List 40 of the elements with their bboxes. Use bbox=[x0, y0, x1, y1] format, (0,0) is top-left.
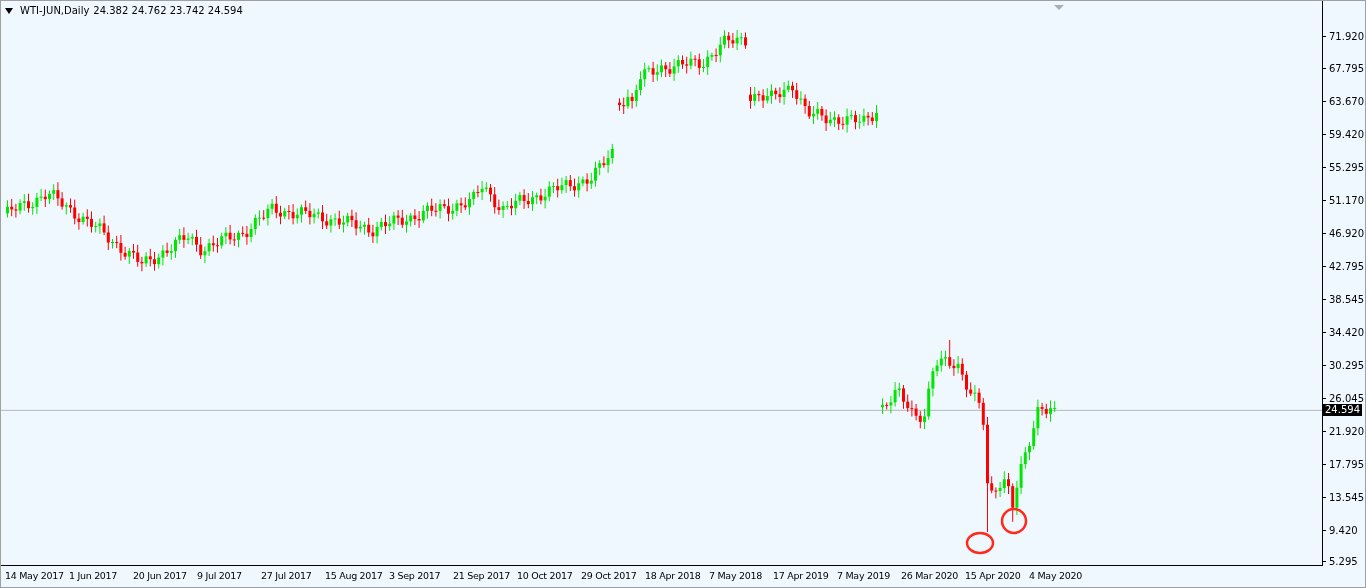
date-label: 29 Oct 2017 bbox=[581, 570, 638, 581]
price-label: 38.545 bbox=[1329, 294, 1364, 305]
price-label: 5.295 bbox=[1329, 555, 1358, 567]
date-label: 26 Mar 2020 bbox=[901, 570, 959, 581]
date-label: 20 Jun 2017 bbox=[133, 570, 188, 581]
current-price-label: 24.594 bbox=[1323, 404, 1362, 417]
price-label: 46.920 bbox=[1329, 228, 1364, 240]
price-label: 59.420 bbox=[1329, 129, 1364, 141]
price-label: 17.795 bbox=[1329, 458, 1364, 470]
price-label: 34.420 bbox=[1329, 326, 1364, 338]
price-label: 26.045 bbox=[1329, 392, 1364, 404]
price-label: 63.670 bbox=[1329, 96, 1364, 108]
price-label: 13.545 bbox=[1329, 491, 1364, 503]
date-label: 1 Jun 2017 bbox=[69, 570, 119, 581]
price-label: 71.920 bbox=[1329, 30, 1364, 42]
date-label: 4 May 2020 bbox=[1029, 570, 1083, 581]
price-label: 55.295 bbox=[1329, 162, 1364, 174]
symbol-label: WTI-JUN,Daily bbox=[20, 5, 90, 16]
date-label: 27 Jul 2017 bbox=[261, 570, 313, 581]
date-label: 15 Aug 2017 bbox=[325, 570, 384, 581]
date-label: 18 Apr 2018 bbox=[645, 570, 702, 581]
price-label: 51.170 bbox=[1329, 195, 1364, 207]
ohlc-values: 24.382 24.762 23.742 24.594 bbox=[93, 5, 243, 16]
date-label: 7 May 2018 bbox=[709, 570, 763, 581]
date-label: 21 Sep 2017 bbox=[453, 570, 511, 581]
price-label: 30.295 bbox=[1329, 359, 1364, 371]
date-label: 10 Oct 2017 bbox=[517, 570, 574, 581]
date-label: 17 Apr 2019 bbox=[773, 570, 830, 581]
highlight-circle bbox=[1000, 507, 1028, 535]
price-label: 9.420 bbox=[1329, 524, 1358, 536]
highlight-circle bbox=[965, 531, 995, 555]
date-label: 9 Jul 2017 bbox=[197, 570, 243, 581]
price-label: 21.920 bbox=[1329, 425, 1364, 437]
date-label: 15 Apr 2020 bbox=[965, 570, 1022, 581]
price-label: 67.795 bbox=[1329, 63, 1364, 75]
date-label: 14 May 2017 bbox=[5, 570, 65, 581]
price-label: 42.795 bbox=[1329, 261, 1364, 273]
date-label: 7 May 2019 bbox=[837, 570, 891, 581]
date-label: 3 Sep 2017 bbox=[389, 570, 442, 581]
dropdown-triangle-icon[interactable] bbox=[5, 7, 13, 14]
